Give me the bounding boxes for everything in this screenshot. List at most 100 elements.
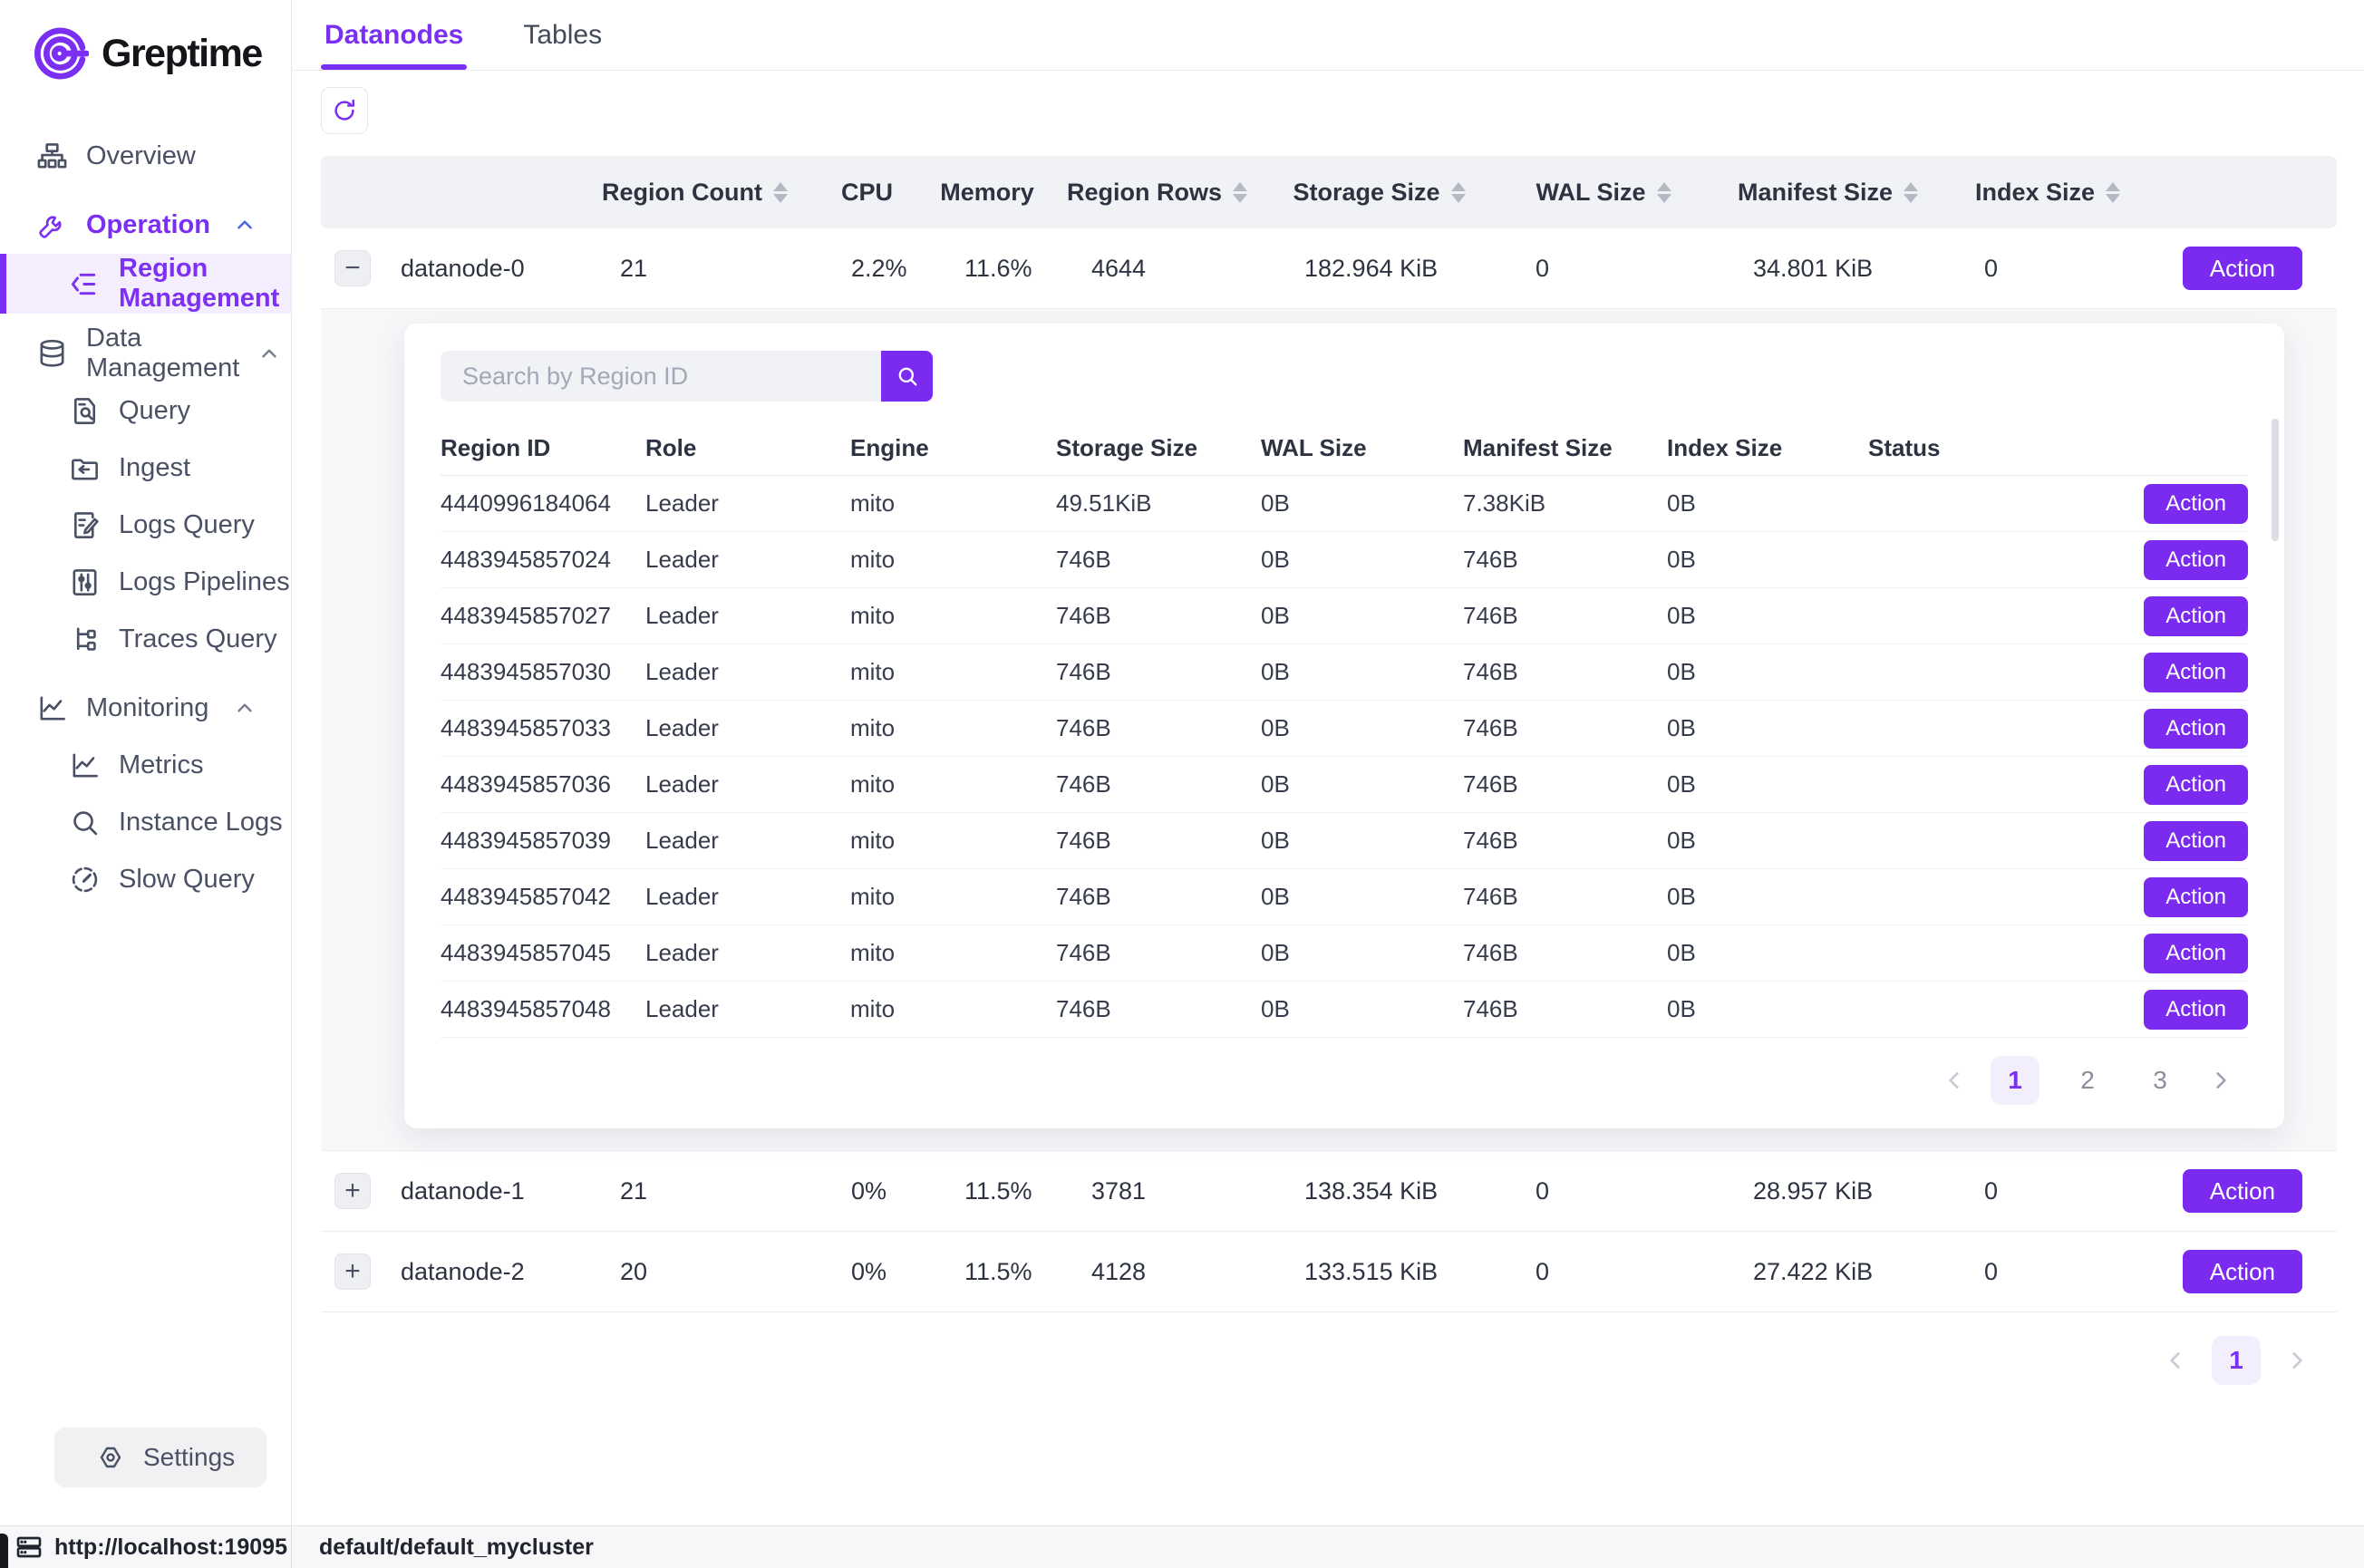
prev-page-icon[interactable] bbox=[2163, 1348, 2188, 1373]
region-role: Leader bbox=[645, 714, 850, 742]
tab-datanodes[interactable]: Datanodes bbox=[321, 0, 467, 70]
sidebar-item-label: Logs Pipelines bbox=[119, 567, 290, 597]
region-action-button[interactable]: Action bbox=[2144, 596, 2248, 636]
datanode-action-button[interactable]: Action bbox=[2183, 1250, 2302, 1293]
region-action-button[interactable]: Action bbox=[2144, 540, 2248, 580]
sidebar-group-operation[interactable]: Operation bbox=[0, 196, 291, 254]
region-index-size: 0B bbox=[1667, 770, 1868, 799]
region-storage-size: 746B bbox=[1056, 995, 1261, 1023]
sidebar-item-region-management[interactable]: Region Management bbox=[0, 254, 291, 314]
page-button-2[interactable]: 2 bbox=[2063, 1056, 2112, 1105]
chevron-up-icon[interactable] bbox=[233, 696, 257, 720]
server-icon bbox=[15, 1533, 44, 1562]
region-manifest-size: 746B bbox=[1463, 770, 1667, 799]
next-page-icon[interactable] bbox=[2284, 1348, 2310, 1373]
wrench-icon bbox=[36, 209, 68, 241]
sidebar-item-ingest[interactable]: Ingest bbox=[0, 440, 291, 497]
region-action-button[interactable]: Action bbox=[2144, 934, 2248, 973]
region-action-button[interactable]: Action bbox=[2144, 990, 2248, 1030]
sidebar-item-label: Slow Query bbox=[119, 865, 255, 895]
datanodes-table-header: Region Count CPU Memory Region Rows St bbox=[321, 156, 2337, 228]
datanode-index-size: 0 bbox=[1943, 255, 2152, 283]
region-wal-size: 0B bbox=[1261, 827, 1463, 855]
datanode-manifest-size: 28.957 KiB bbox=[1712, 1177, 1943, 1205]
region-engine: mito bbox=[850, 883, 1056, 911]
column-header-region-count: Region Count bbox=[579, 179, 810, 207]
page-button-1[interactable]: 1 bbox=[1991, 1056, 2039, 1105]
region-pagination: 123 bbox=[441, 1038, 2248, 1114]
page-button-1[interactable]: 1 bbox=[2212, 1336, 2261, 1385]
chevron-up-icon[interactable] bbox=[233, 213, 257, 237]
cluster-selector[interactable]: default/default_mycluster bbox=[292, 1526, 594, 1568]
sort-icon[interactable] bbox=[1233, 182, 1247, 203]
refresh-button[interactable] bbox=[321, 87, 368, 134]
region-storage-size: 746B bbox=[1056, 827, 1261, 855]
column-header-status: Status bbox=[1868, 434, 2121, 462]
sidebar-item-slow-query[interactable]: Slow Query bbox=[0, 851, 291, 908]
region-manifest-size: 746B bbox=[1463, 939, 1667, 967]
region-action-button[interactable]: Action bbox=[2144, 765, 2248, 805]
datanode-cpu: 2.2% bbox=[810, 255, 924, 283]
settings-label: Settings bbox=[143, 1443, 235, 1472]
sort-icon[interactable] bbox=[1451, 182, 1466, 203]
expand-toggle[interactable]: − bbox=[334, 250, 371, 286]
region-wal-size: 0B bbox=[1261, 602, 1463, 630]
region-storage-size: 746B bbox=[1056, 939, 1261, 967]
region-id: 4483945857030 bbox=[441, 658, 645, 686]
datanode-action-button[interactable]: Action bbox=[2183, 247, 2302, 290]
panel-scrollbar-thumb[interactable] bbox=[2272, 419, 2279, 541]
region-role: Leader bbox=[645, 489, 850, 518]
prev-page-icon[interactable] bbox=[1942, 1068, 1967, 1093]
region-role: Leader bbox=[645, 770, 850, 799]
sidebar-group-monitoring[interactable]: Monitoring bbox=[0, 679, 291, 737]
branch-list-icon bbox=[69, 268, 101, 300]
datanode-rows: + datanode-1 21 0% 11.5% 3781 138.354 Ki… bbox=[321, 1151, 2337, 1312]
region-action-button[interactable]: Action bbox=[2144, 484, 2248, 524]
next-page-icon[interactable] bbox=[2208, 1068, 2233, 1093]
column-header-index-size: Index Size bbox=[1943, 179, 2152, 207]
region-engine: mito bbox=[850, 770, 1056, 799]
sort-icon[interactable] bbox=[2106, 182, 2120, 203]
sidebar-group-data-management[interactable]: Data Management bbox=[0, 324, 291, 382]
region-id: 4483945857045 bbox=[441, 939, 645, 967]
sidebar-item-traces-query[interactable]: Traces Query bbox=[0, 611, 291, 668]
refresh-icon bbox=[331, 97, 358, 124]
sort-icon[interactable] bbox=[773, 182, 788, 203]
settings-button[interactable]: Settings bbox=[54, 1428, 266, 1487]
page-button-3[interactable]: 3 bbox=[2136, 1056, 2185, 1105]
region-engine: mito bbox=[850, 714, 1056, 742]
sidebar-item-logs-pipelines[interactable]: Logs Pipelines bbox=[0, 554, 291, 611]
region-row: 4483945857036 Leader mito 746B 0B 746B 0… bbox=[441, 757, 2248, 813]
cluster-icon bbox=[36, 140, 68, 172]
expand-toggle[interactable]: + bbox=[334, 1173, 371, 1209]
region-row: 4483945857039 Leader mito 746B 0B 746B 0… bbox=[441, 813, 2248, 869]
datanode-manifest-size: 34.801 KiB bbox=[1712, 255, 1943, 283]
column-header-index-size: Index Size bbox=[1667, 434, 1868, 462]
page-list: 123 bbox=[1991, 1056, 2185, 1105]
sidebar-group-label: Data Management bbox=[86, 324, 239, 383]
cluster-name: default/default_mycluster bbox=[319, 1534, 594, 1561]
sidebar-item-label: Logs Query bbox=[119, 510, 255, 540]
region-wal-size: 0B bbox=[1261, 939, 1463, 967]
server-url-item[interactable]: http://localhost:19095 bbox=[0, 1526, 292, 1568]
sidebar-item-instance-logs[interactable]: Instance Logs bbox=[0, 794, 291, 851]
region-storage-size: 746B bbox=[1056, 658, 1261, 686]
tab-label: Datanodes bbox=[325, 20, 463, 51]
chevron-up-icon[interactable] bbox=[257, 342, 281, 365]
sort-icon[interactable] bbox=[1904, 182, 1918, 203]
region-action-button[interactable]: Action bbox=[2144, 821, 2248, 861]
region-action-button[interactable]: Action bbox=[2144, 877, 2248, 917]
sidebar-item-overview[interactable]: Overview bbox=[0, 127, 291, 185]
expand-toggle[interactable]: + bbox=[334, 1253, 371, 1290]
region-search-input[interactable] bbox=[441, 351, 881, 402]
sidebar-item-logs-query[interactable]: Logs Query bbox=[0, 497, 291, 554]
search-button[interactable] bbox=[881, 351, 933, 402]
sidebar-item-query[interactable]: Query bbox=[0, 382, 291, 440]
datanode-action-button[interactable]: Action bbox=[2183, 1169, 2302, 1213]
region-action-button[interactable]: Action bbox=[2144, 653, 2248, 692]
sidebar-item-metrics[interactable]: Metrics bbox=[0, 737, 291, 794]
region-index-size: 0B bbox=[1667, 939, 1868, 967]
sort-icon[interactable] bbox=[1657, 182, 1671, 203]
tab-tables[interactable]: Tables bbox=[519, 0, 606, 70]
region-action-button[interactable]: Action bbox=[2144, 709, 2248, 749]
